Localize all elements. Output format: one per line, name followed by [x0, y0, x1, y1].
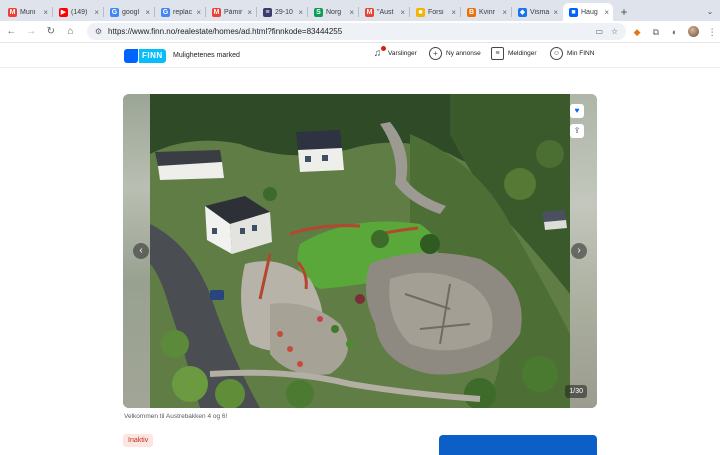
- plus-circle-icon: +: [429, 47, 442, 60]
- tab-close-icon[interactable]: ×: [298, 8, 303, 17]
- extensions-puzzle-icon[interactable]: ⧉: [648, 24, 664, 40]
- bell-icon: ♫: [371, 46, 386, 60]
- browser-tab[interactable]: Ggoogl ×: [103, 3, 154, 21]
- google-icon: G: [110, 7, 119, 17]
- visma-icon: ◆: [518, 7, 527, 17]
- back-button[interactable]: ←: [3, 23, 20, 40]
- google-icon: G: [161, 7, 170, 17]
- nav-label: Ny annonse: [446, 50, 481, 57]
- bookmark-icon: ■: [416, 7, 425, 17]
- image-counter: 1/30: [565, 385, 587, 398]
- nav-varslinger[interactable]: ♫ Varslinger: [371, 46, 417, 60]
- next-image-button[interactable]: ›: [571, 243, 587, 259]
- nav-label: Meldinger: [508, 50, 537, 57]
- browser-tab[interactable]: M Muni ×: [2, 3, 52, 21]
- tab-close-icon[interactable]: ×: [196, 8, 201, 17]
- notification-dot: [381, 46, 386, 51]
- gmail-icon: M: [8, 7, 17, 17]
- sync-icon[interactable]: ◐: [667, 24, 683, 40]
- tab-title: Norg: [326, 8, 342, 16]
- browser-tab[interactable]: M "Aust ×: [358, 3, 409, 21]
- tagline: Mulighetenes marked: [173, 52, 240, 59]
- site-header: FINN Mulighetenes marked ♫ Varslinger + …: [0, 43, 720, 68]
- extension-fox-icon[interactable]: ◆: [629, 24, 645, 40]
- tab-close-icon[interactable]: ×: [43, 8, 48, 17]
- us-flag-icon: ≡: [263, 7, 272, 17]
- tab-title: Muni: [20, 8, 36, 16]
- nav-meldinger[interactable]: ≡ Meldinger: [491, 47, 537, 60]
- browser-tab[interactable]: Greplac ×: [154, 3, 205, 21]
- browser-toolbar: ← → ↻ ⌂ ⚙ https://www.finn.no/realestate…: [0, 21, 720, 43]
- address-bar[interactable]: ⚙ https://www.finn.no/realestate/homes/a…: [86, 23, 627, 40]
- browser-tab[interactable]: B Kvinr ×: [460, 3, 511, 21]
- tab-close-icon[interactable]: ×: [94, 8, 99, 17]
- image-gallery[interactable]: ♥ ⇪ ‹ › 1/30: [123, 94, 597, 408]
- prev-image-button[interactable]: ‹: [133, 243, 149, 259]
- tab-title: "Aust: [377, 8, 394, 16]
- browser-tab[interactable]: ▶ (149) ×: [52, 3, 103, 21]
- chat-icon: ≡: [491, 47, 504, 60]
- tab-title: Forsi: [428, 8, 444, 16]
- tab-title: 29-10: [275, 8, 293, 16]
- nav-label: Varslinger: [388, 50, 417, 57]
- site-info-icon[interactable]: ⚙: [95, 27, 102, 36]
- tab-title: (149): [71, 8, 88, 16]
- status-badge: Inaktiv: [123, 434, 154, 447]
- tab-close-icon[interactable]: ×: [502, 8, 507, 17]
- home-button[interactable]: ⌂: [62, 23, 79, 40]
- tab-close-icon[interactable]: ×: [247, 8, 252, 17]
- nav-label: Min FINN: [567, 50, 595, 57]
- new-tab-button[interactable]: +: [614, 3, 634, 21]
- browser-tab[interactable]: ≡ 29-10 ×: [256, 3, 307, 21]
- reload-button[interactable]: ↻: [42, 23, 59, 40]
- finn-icon: ■: [569, 7, 578, 17]
- tab-close-icon[interactable]: ×: [349, 8, 354, 17]
- url-text[interactable]: https://www.finn.no/realestate/homes/ad.…: [108, 27, 587, 36]
- tab-close-icon[interactable]: ×: [604, 8, 609, 17]
- browser-tab[interactable]: ■ Forsi ×: [409, 3, 460, 21]
- tab-title: googl: [122, 8, 140, 16]
- browser-tab[interactable]: S Norg ×: [307, 3, 358, 21]
- favorite-heart-icon[interactable]: ♥: [570, 104, 584, 118]
- gmail-icon: M: [212, 7, 221, 17]
- profile-avatar[interactable]: [688, 26, 700, 37]
- nav-ny-annonse[interactable]: + Ny annonse: [429, 47, 481, 60]
- user-icon: ☺: [550, 47, 563, 60]
- tab-strip: M Muni × ▶ (149) × Ggoogl × Greplac × M Påmir × ≡ 29-1…: [0, 0, 720, 21]
- tab-close-icon[interactable]: ×: [553, 8, 558, 17]
- tab-title: Visma: [530, 8, 550, 16]
- tab-close-icon[interactable]: ×: [400, 8, 405, 17]
- tab-title: Haug: [581, 8, 598, 16]
- tab-title: replac: [173, 8, 193, 16]
- menu-icon[interactable]: ⋮: [704, 24, 720, 40]
- contact-card-top: [439, 435, 597, 455]
- tab-search-icon[interactable]: ⌄: [700, 3, 720, 21]
- b-icon: B: [467, 7, 476, 17]
- image-caption: Velkommen til Austrebakken 4 og 6!: [124, 413, 228, 420]
- property-photo[interactable]: [150, 94, 570, 408]
- finn-logo-mark: [124, 48, 138, 63]
- finn-logo-text: FINN: [139, 48, 166, 63]
- bookmark-star-icon[interactable]: ☆: [611, 27, 618, 36]
- gmail-icon: M: [365, 7, 374, 17]
- norge-icon: S: [314, 7, 323, 17]
- browser-tab[interactable]: M Påmir ×: [205, 3, 256, 21]
- cast-icon[interactable]: ▭: [595, 27, 603, 36]
- finn-logo[interactable]: FINN: [124, 48, 166, 63]
- tab-title: Påmir: [224, 8, 243, 16]
- tab-title: Kvinr: [479, 8, 495, 16]
- share-icon[interactable]: ⇪: [570, 124, 584, 138]
- tab-close-icon[interactable]: ×: [451, 8, 456, 17]
- browser-tab[interactable]: ◆ Visma ×: [511, 3, 562, 21]
- youtube-icon: ▶: [59, 7, 68, 17]
- nav-min-finn[interactable]: ☺ Min FINN: [550, 47, 594, 60]
- forward-button[interactable]: →: [23, 23, 40, 40]
- tab-close-icon[interactable]: ×: [145, 8, 150, 17]
- browser-tab[interactable]: ■ Haug ×: [563, 3, 613, 21]
